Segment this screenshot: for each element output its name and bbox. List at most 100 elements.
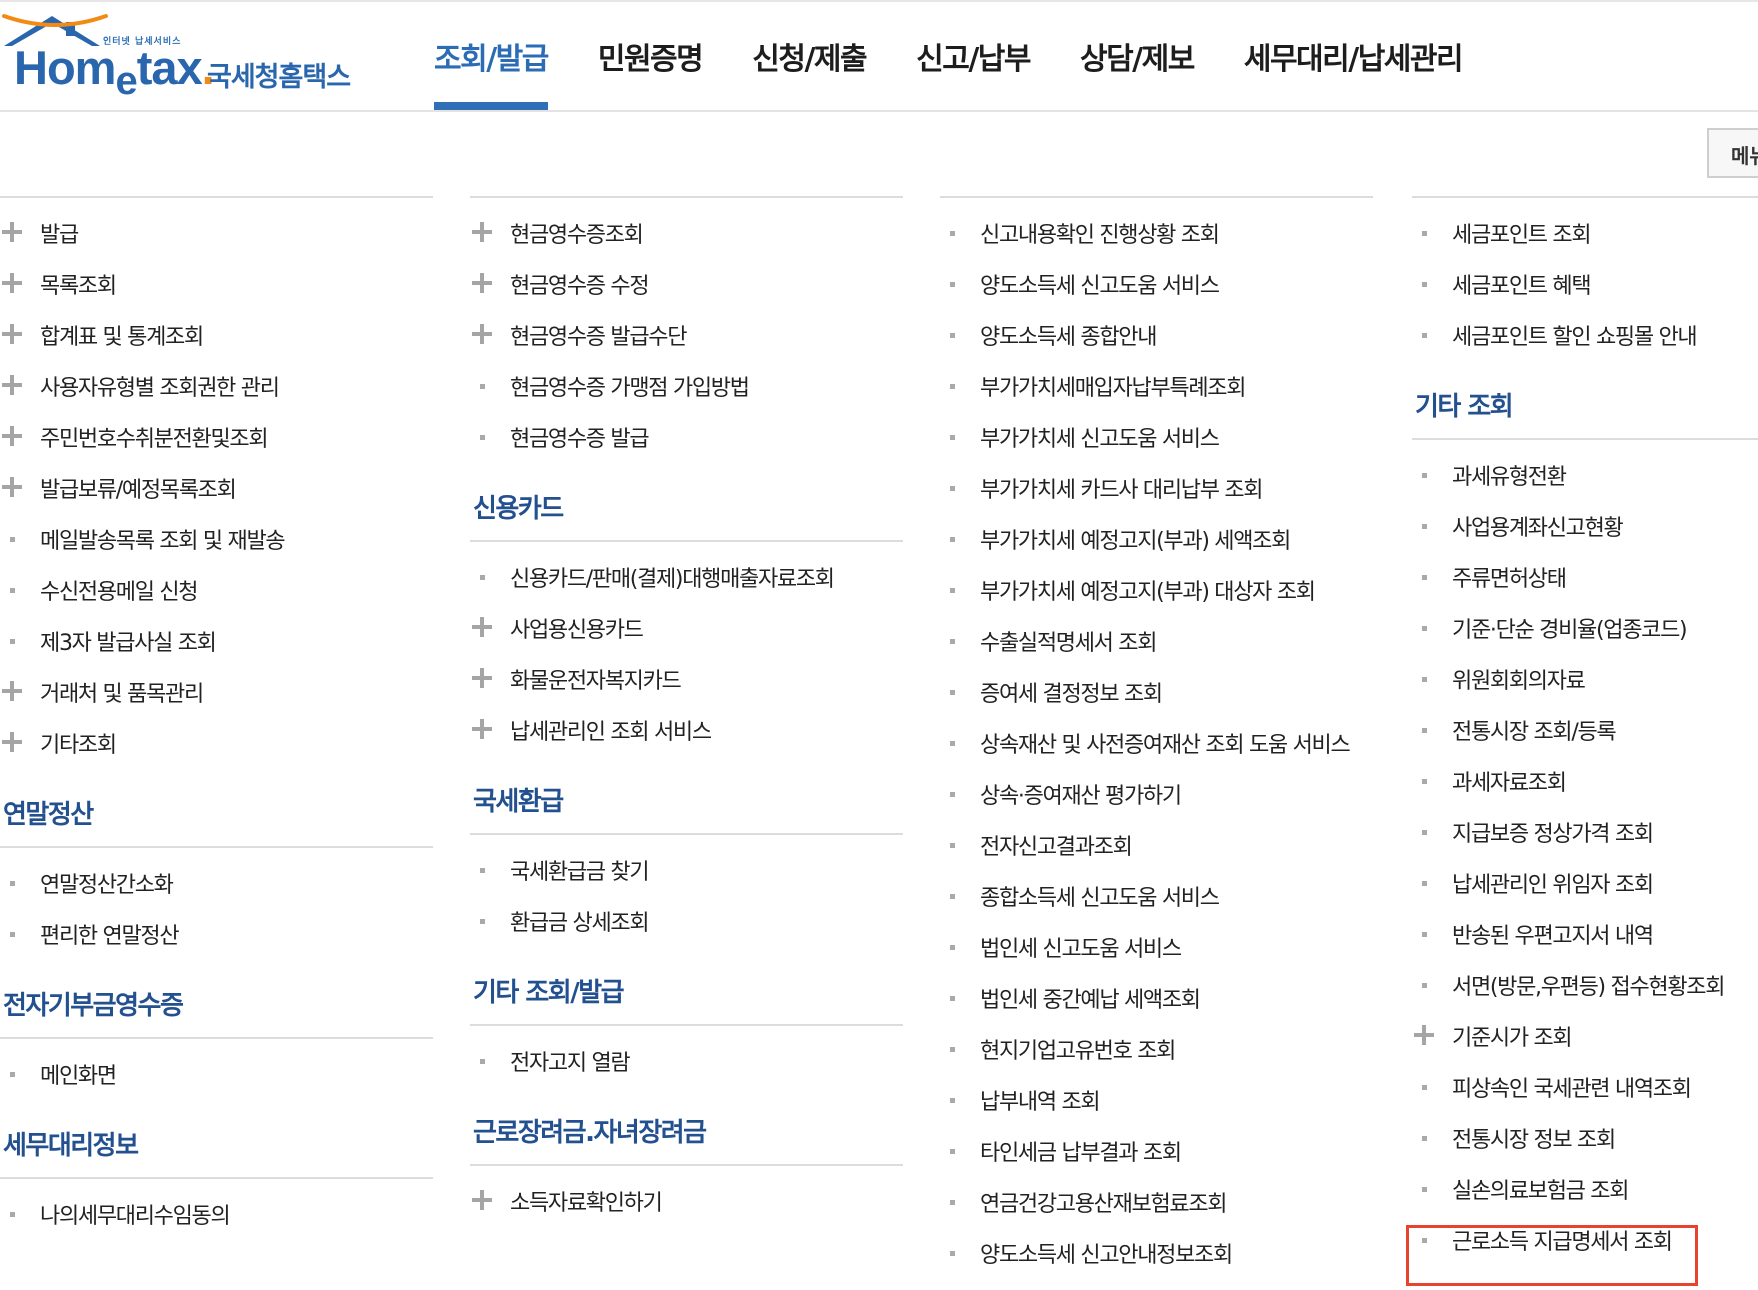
menu-item[interactable]: 화물운전자복지카드 <box>470 653 903 704</box>
menu-item[interactable]: 환급금 상세조회 <box>470 895 903 946</box>
menu-item[interactable]: 지급보증 정상가격 조회 <box>1412 806 1758 857</box>
menu-item[interactable]: 부가가치세매입자납부특례조회 <box>940 360 1373 411</box>
nav-tab-report-pay[interactable]: 신고/납부 <box>916 2 1031 110</box>
menu-item[interactable]: 발급보류/예정목록조회 <box>0 462 433 513</box>
menu-item[interactable]: 부가가치세 카드사 대리납부 조회 <box>940 462 1373 513</box>
menu-item[interactable]: 수출실적명세서 조회 <box>940 615 1373 666</box>
menu-item[interactable]: 현금영수증 발급 <box>470 411 903 462</box>
expand-plus-icon <box>2 681 22 701</box>
menu-item[interactable]: 주민번호수취분전환및조회 <box>0 411 433 462</box>
menu-item[interactable]: 납세관리인 조회 서비스 <box>470 704 903 755</box>
section-title-e-donation-receipt[interactable]: 전자기부금영수증 <box>0 963 433 1031</box>
menu-item[interactable]: 발급 <box>0 207 433 258</box>
section-title-tax-agent-info[interactable]: 세무대리정보 <box>0 1103 433 1171</box>
menu-item[interactable]: 연말정산간소화 <box>0 857 433 908</box>
menu-item[interactable]: 납부내역 조회 <box>940 1074 1373 1125</box>
menu-item-label: 신용카드/판매(결제)대행매출자료조회 <box>510 566 835 592</box>
menu-item[interactable]: 사용자유형별 조회권한 관리 <box>0 360 433 411</box>
menu-item[interactable]: 부가가치세 예정고지(부과) 세액조회 <box>940 513 1373 564</box>
menu-item[interactable]: 나의세무대리수임동의 <box>0 1188 433 1239</box>
menu-item[interactable]: 목록조회 <box>0 258 433 309</box>
menu-item[interactable]: 거래처 및 품목관리 <box>0 666 433 717</box>
menu-button[interactable]: 메뉴 <box>1707 128 1758 178</box>
section-title-other-inquiry-issue[interactable]: 기타 조회/발급 <box>470 950 903 1018</box>
menu-item[interactable]: 사업용신용카드 <box>470 602 903 653</box>
menu-item[interactable]: 편리한 연말정산 <box>0 908 433 959</box>
menu-item[interactable]: 상속재산 및 사전증여재산 조회 도움 서비스 <box>940 717 1373 768</box>
menu-item[interactable]: 기준시가 조회 <box>1412 1010 1758 1061</box>
menu-item[interactable]: 양도소득세 신고안내정보조회 <box>940 1227 1373 1278</box>
menu-item[interactable]: 실손의료보험금 조회 <box>1412 1163 1758 1214</box>
menu-item[interactable]: 과세자료조회 <box>1412 755 1758 806</box>
menu-item[interactable]: 서면(방문,우편등) 접수현황조회 <box>1412 959 1758 1010</box>
menu-item[interactable]: 사업용계좌신고현황 <box>1412 500 1758 551</box>
menu-item[interactable]: 종합소득세 신고도움 서비스 <box>940 870 1373 921</box>
menu-item[interactable]: 신고내용확인 진행상황 조회 <box>940 207 1373 258</box>
menu-item[interactable]: 국세환급금 찾기 <box>470 844 903 895</box>
menu-item[interactable]: 기타조회 <box>0 717 433 768</box>
menu-item[interactable]: 전통시장 조회/등록 <box>1412 704 1758 755</box>
menu-item[interactable]: 전자고지 열람 <box>470 1035 903 1086</box>
menu-item[interactable]: 양도소득세 종합안내 <box>940 309 1373 360</box>
menu-item[interactable]: 현금영수증 가맹점 가입방법 <box>470 360 903 411</box>
menu-item-label: 부가가치세 카드사 대리납부 조회 <box>980 477 1264 503</box>
menu-item[interactable]: 전통시장 정보 조회 <box>1412 1112 1758 1163</box>
menu-item-label: 기준·단순 경비율(업종코드) <box>1452 617 1688 643</box>
nav-tab-consult-report[interactable]: 상담/제보 <box>1080 2 1195 110</box>
menu-item[interactable]: 납세관리인 위임자 조회 <box>1412 857 1758 908</box>
menu-item[interactable]: 합계표 및 통계조회 <box>0 309 433 360</box>
menu-item[interactable]: 반송된 우편고지서 내역 <box>1412 908 1758 959</box>
bullet-square-icon <box>480 575 485 580</box>
menu-item[interactable]: 세금포인트 조회 <box>1412 207 1758 258</box>
menu-item[interactable]: 연금건강고용산재보험료조회 <box>940 1176 1373 1227</box>
nav-tab-civil-certificate[interactable]: 민원증명 <box>598 2 704 110</box>
menu-item[interactable]: 상속·증여재산 평가하기 <box>940 768 1373 819</box>
section-title-credit-card[interactable]: 신용카드 <box>470 466 903 534</box>
bullet-square-icon <box>10 1072 15 1077</box>
menu-item-label: 환급금 상세조회 <box>510 910 650 936</box>
menu-item[interactable]: 증여세 결정정보 조회 <box>940 666 1373 717</box>
menu-item[interactable]: 위원회회의자료 <box>1412 653 1758 704</box>
menu-item[interactable]: 메일발송목록 조회 및 재발송 <box>0 513 433 564</box>
menu-item[interactable]: 메인화면 <box>0 1048 433 1099</box>
nav-tab-tax-agent[interactable]: 세무대리/납세관리 <box>1244 2 1464 110</box>
menu-item[interactable]: 현금영수증 발급수단 <box>470 309 903 360</box>
section-title-earned-income-incentive[interactable]: 근로장려금.자녀장려금 <box>470 1090 903 1158</box>
expand-plus-icon <box>2 477 22 497</box>
menu-item[interactable]: 현지기업고유번호 조회 <box>940 1023 1373 1074</box>
nav-tab-apply-submit[interactable]: 신청/제출 <box>752 2 867 110</box>
menu-item[interactable]: 기준·단순 경비율(업종코드) <box>1412 602 1758 653</box>
bullet-square-icon <box>10 881 15 886</box>
menu-item[interactable]: 세금포인트 혜택 <box>1412 258 1758 309</box>
menu-item[interactable]: 부가가치세 신고도움 서비스 <box>940 411 1373 462</box>
menu-item[interactable]: 현금영수증조회 <box>470 207 903 258</box>
hometax-logo[interactable]: 인터넷 납세서비스 Hometax. 국세청홈택스 <box>0 12 370 104</box>
menu-item[interactable]: 부가가치세 예정고지(부과) 대상자 조회 <box>940 564 1373 615</box>
section-title-year-end-settlement[interactable]: 연말정산 <box>0 772 433 840</box>
menu-item[interactable]: 법인세 중간예납 세액조회 <box>940 972 1373 1023</box>
menu-item[interactable]: 주류면허상태 <box>1412 551 1758 602</box>
bullet-square-icon <box>10 1212 15 1217</box>
bullet-square-icon <box>1422 1085 1427 1090</box>
bullet-square-icon <box>1422 728 1427 733</box>
section-title-tax-refund[interactable]: 국세환급 <box>470 759 903 827</box>
menu-item[interactable]: 양도소득세 신고도움 서비스 <box>940 258 1373 309</box>
menu-item[interactable]: 피상속인 국세관련 내역조회 <box>1412 1061 1758 1112</box>
menu-item[interactable]: 과세유형전환 <box>1412 449 1758 500</box>
expand-plus-icon <box>2 324 22 344</box>
menu-list: 소득자료확인하기 <box>470 1166 903 1230</box>
menu-item[interactable]: 전자신고결과조회 <box>940 819 1373 870</box>
menu-item-label: 타인세금 납부결과 조회 <box>980 1140 1182 1166</box>
menu-item[interactable]: 현금영수증 수정 <box>470 258 903 309</box>
nav-tab-inquiry-issue[interactable]: 조회/발급 <box>434 2 549 110</box>
menu-item[interactable]: 세금포인트 할인 쇼핑몰 안내 <box>1412 309 1758 360</box>
menu-item[interactable]: 수신전용메일 신청 <box>0 564 433 615</box>
menu-item[interactable]: 신용카드/판매(결제)대행매출자료조회 <box>470 551 903 602</box>
bullet-square-icon <box>950 741 955 746</box>
menu-item[interactable]: 법인세 신고도움 서비스 <box>940 921 1373 972</box>
menu-item[interactable]: 타인세금 납부결과 조회 <box>940 1125 1373 1176</box>
menu-item-label: 사업용계좌신고현황 <box>1452 515 1624 541</box>
menu-item[interactable]: 제3자 발급사실 조회 <box>0 615 433 666</box>
menu-item[interactable]: 소득자료확인하기 <box>470 1175 903 1226</box>
section-title-other-inquiry[interactable]: 기타 조회 <box>1412 364 1758 432</box>
